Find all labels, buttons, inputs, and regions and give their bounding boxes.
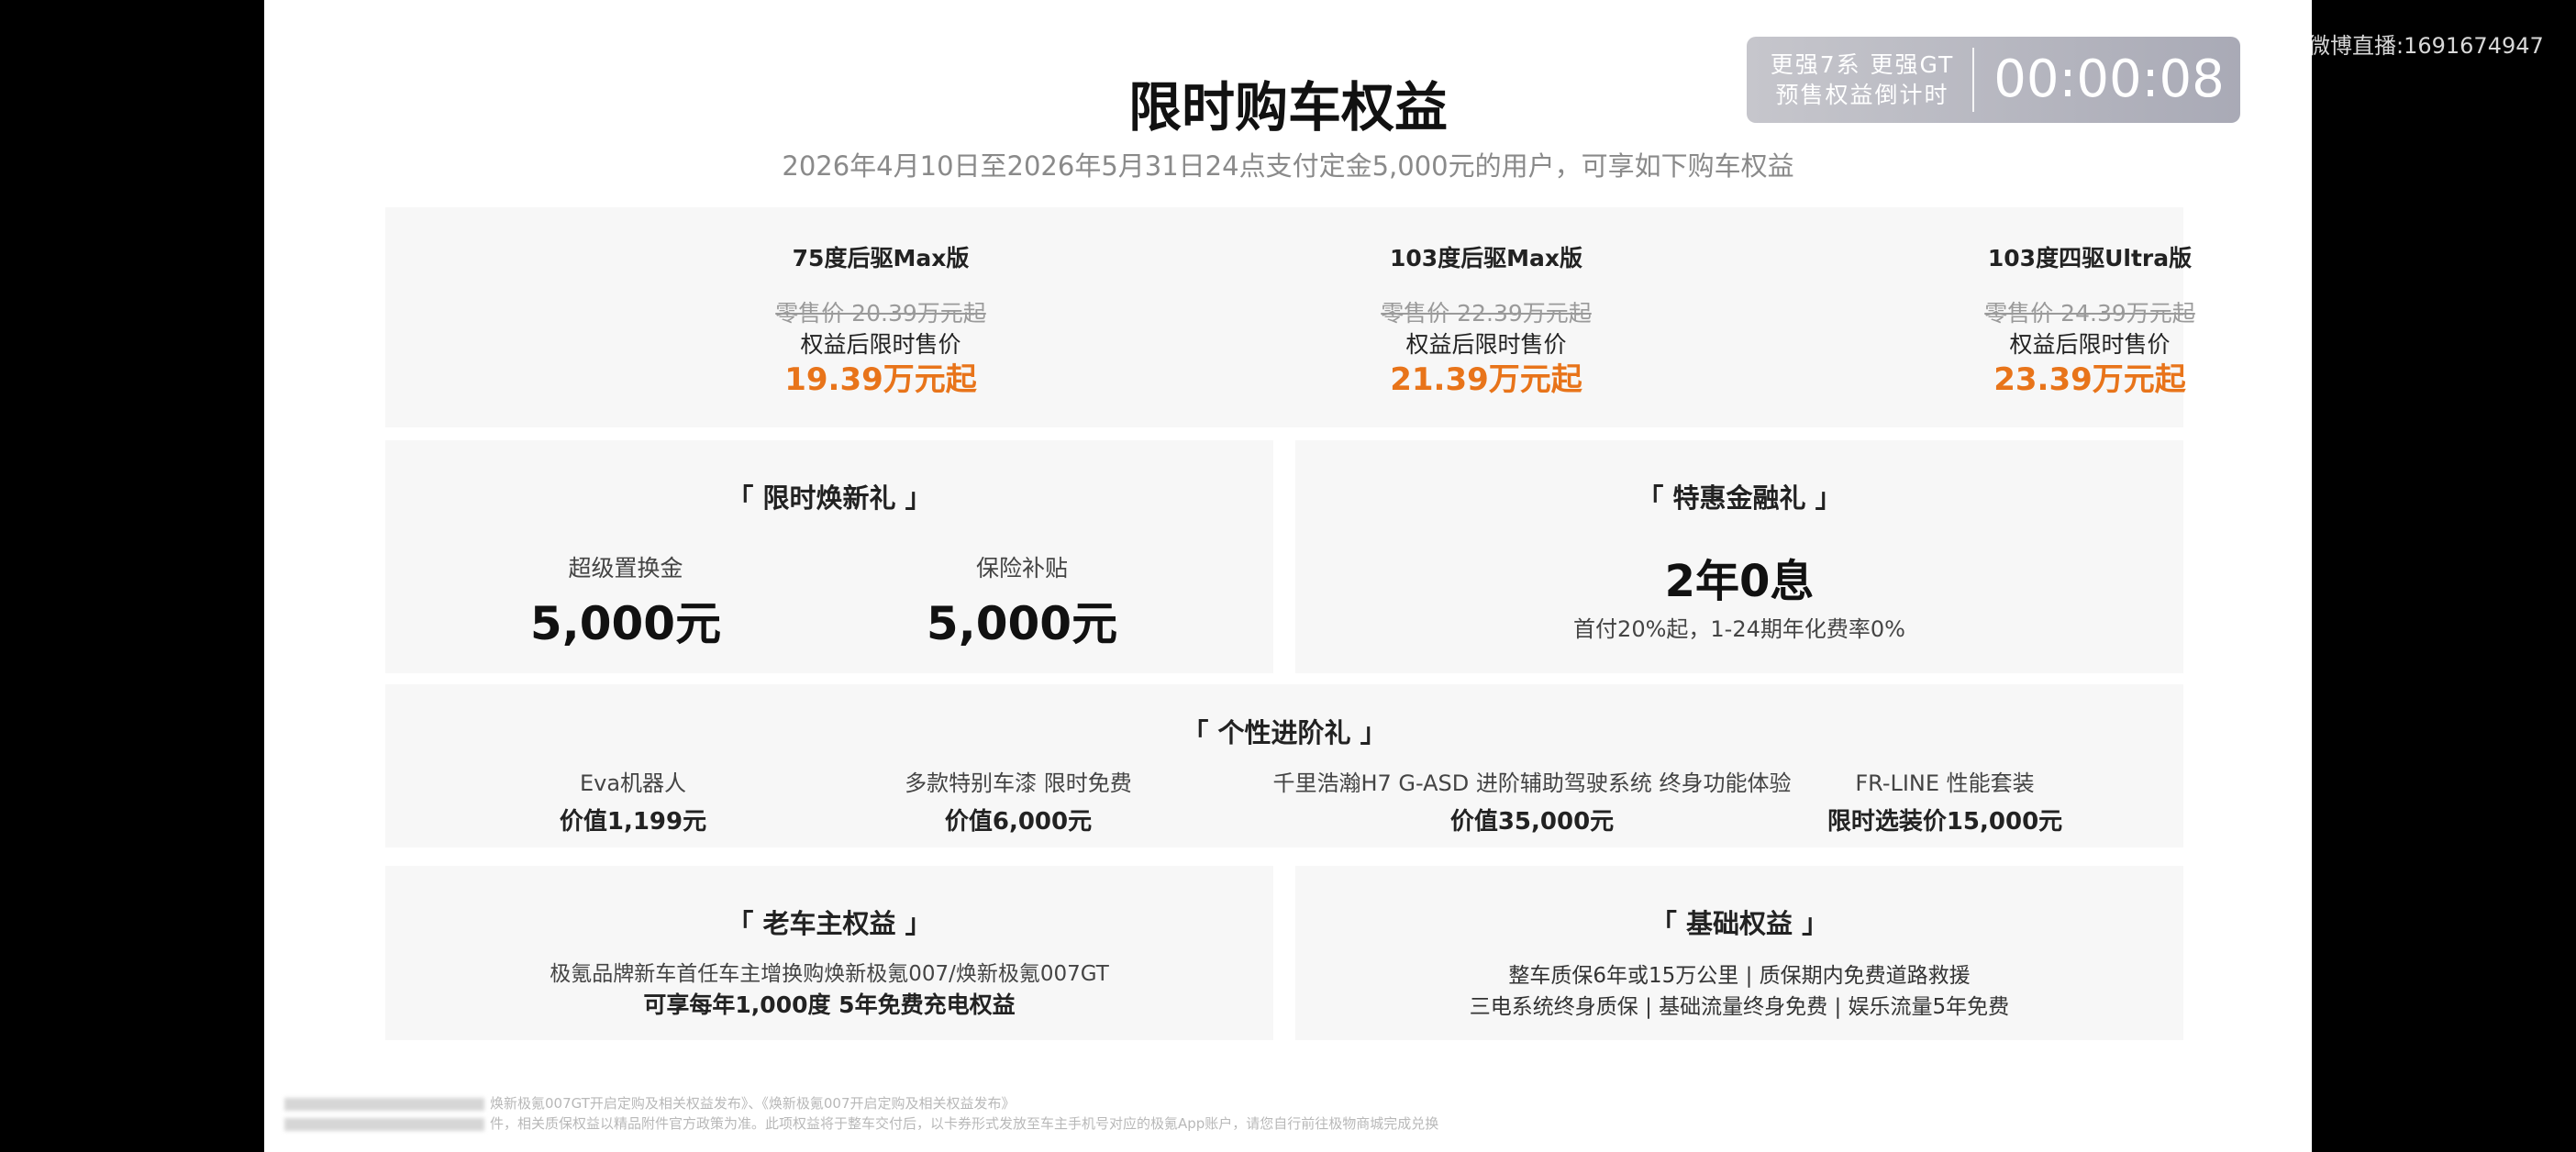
original-price: 零售价 20.39万元起	[775, 300, 986, 327]
gift-value: 价值1,199元	[559, 808, 707, 836]
gift-label: 多款特别车漆 限时免费	[905, 770, 1132, 796]
gift-value: 5,000元	[926, 597, 1118, 650]
owner-rights-line2: 可享每年1,000度 5年免费充电权益	[643, 991, 1016, 1018]
footnote-1: 焕新极氪007GT开启定购及相关权益发布》、《焕新极氪007开启定购及相关权益发…	[284, 1093, 2211, 1113]
gift-label: 超级置换金	[568, 555, 683, 582]
countdown-divider	[1972, 48, 1974, 112]
renewal-gift-item: 保险补贴 5,000元	[884, 550, 1160, 653]
limit-price: 23.39万元起	[1993, 361, 2186, 398]
original-price: 零售价 22.39万元起	[1381, 300, 1592, 327]
page-subtitle: 2026年4月10日至2026年5月31日24点支付定金5,000元的用户，可享…	[782, 150, 1794, 182]
gift-label: 千里浩瀚H7 G-ASD 进阶辅助驾驶系统 终身功能体验	[1272, 770, 1792, 796]
limit-price: 21.39万元起	[1390, 361, 1582, 398]
renewal-gift-title: 「 限时焕新礼 」	[727, 482, 932, 514]
gift-value: 限时选装价15,000元	[1827, 808, 2063, 836]
stream-watermark: 微博直播:1691674947	[2308, 33, 2544, 59]
limit-price: 19.39万元起	[784, 361, 977, 398]
countdown-line1: 更强7系 更强GT	[1770, 51, 1955, 78]
gift-label: 保险补贴	[975, 555, 1068, 582]
personal-gift-item: 千里浩瀚H7 G-ASD 进阶辅助驾驶系统 终身功能体验 价值35,000元	[1202, 765, 1862, 836]
redacted-text	[284, 1097, 484, 1111]
price-panel: 75度后驱Max版 零售价 20.39万元起 权益后限时售价 19.39万元起 …	[385, 207, 2195, 427]
redacted-text	[284, 1117, 484, 1131]
gift-label: Eva机器人	[579, 770, 687, 796]
gift-value: 5,000元	[529, 597, 722, 650]
footnote-2: 件，相关质保权益以精品附件官方政策为准。此项权益将于整车交付后，以卡券形式发放至…	[284, 1113, 2211, 1133]
finance-gift-title: 「 特惠金融礼 」	[1637, 482, 1842, 514]
renewal-gift-panel: 「 限时焕新礼 」 超级置换金 5,000元 保险补贴 5,000元	[385, 440, 1273, 673]
gift-label: FR-LINE 性能套装	[1855, 770, 2035, 796]
gift-value: 价值35,000元	[1449, 808, 1615, 836]
countdown-labels: 更强7系 更强GT 预售权益倒计时	[1763, 50, 1961, 110]
trim-name: 103度四驱Ultra版	[1987, 245, 2193, 271]
finance-headline: 2年0息	[1664, 556, 1815, 607]
trim-name: 75度后驱Max版	[792, 245, 970, 271]
countdown-badge: 更强7系 更强GT 预售权益倒计时 00:00:08	[1747, 37, 2240, 123]
gift-value: 价值6,000元	[944, 808, 1093, 836]
finance-gift-panel: 「 特惠金融礼 」 2年0息 首付20%起，1-24期年化费率0%	[1295, 440, 2183, 673]
trim-name: 103度后驱Max版	[1389, 245, 1583, 271]
personal-gift-item: Eva机器人 价值1,199元	[523, 765, 743, 836]
basic-rights-line1: 整车质保6年或15万公里 | 质保期内免费道路救援	[1508, 964, 1971, 988]
basic-rights-title: 「 基础权益 」	[1649, 908, 1829, 939]
personal-gift-panel: 「 个性进阶礼 」 Eva机器人 价值1,199元 多款特别车漆 限时免费 价值…	[385, 684, 2183, 847]
slide: 限时购车权益 2026年4月10日至2026年5月31日24点支付定金5,000…	[264, 0, 2312, 1152]
footnote-text: 件，相关质保权益以精品附件官方政策为准。此项权益将于整车交付后，以卡券形式发放至…	[490, 1115, 1439, 1132]
owner-rights-title: 「 老车主权益 」	[727, 908, 932, 939]
personal-gift-item: 多款特别车漆 限时免费 价值6,000元	[862, 765, 1174, 836]
original-price: 零售价 24.39万元起	[1984, 300, 2195, 327]
basic-rights-panel: 「 基础权益 」 整车质保6年或15万公里 | 质保期内免费道路救援 三电系统终…	[1295, 866, 2183, 1040]
countdown-line2: 预售权益倒计时	[1775, 82, 1949, 108]
personal-gift-title: 「 个性进阶礼 」	[1182, 717, 1387, 748]
personal-gift-item: FR-LINE 性能套装 限时选装价15,000元	[1816, 765, 2073, 836]
owner-rights-panel: 「 老车主权益 」 极氪品牌新车首任车主增换购焕新极氪007/焕新极氪007GT…	[385, 866, 1273, 1040]
basic-rights-line2: 三电系统终身质保 | 基础流量终身免费 | 娱乐流量5年免费	[1469, 995, 2010, 1019]
renewal-gift-item: 超级置换金 5,000元	[488, 550, 763, 653]
finance-note: 首付20%起，1-24期年化费率0%	[1573, 616, 1905, 642]
countdown-timer: 00:00:08	[1993, 50, 2225, 109]
footnote-text: 焕新极氪007GT开启定购及相关权益发布》、《焕新极氪007开启定购及相关权益发…	[490, 1095, 1016, 1112]
owner-rights-line1: 极氪品牌新车首任车主增换购焕新极氪007/焕新极氪007GT	[550, 962, 1109, 986]
